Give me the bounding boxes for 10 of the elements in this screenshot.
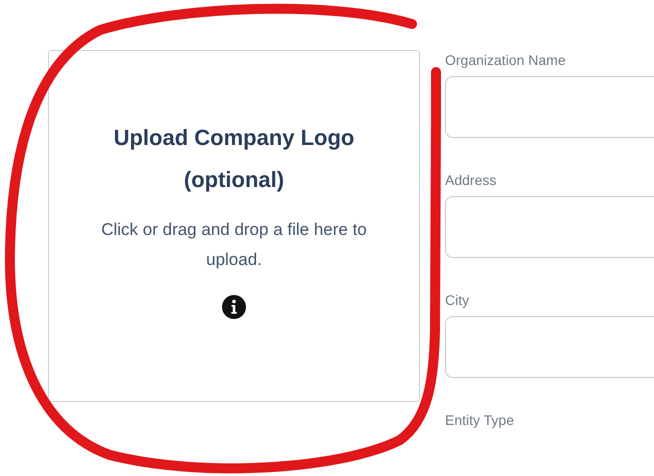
- field-label: City: [445, 292, 470, 310]
- info-icon[interactable]: [222, 295, 246, 319]
- input-field[interactable]: [445, 316, 654, 378]
- upload-title: Upload Company Logo (optional): [112, 124, 356, 194]
- field-label: Address: [445, 172, 498, 190]
- field-label: Organization Name: [445, 52, 567, 70]
- upload-hint: Click or drag and drop a file here to upload.: [100, 219, 368, 271]
- input-field[interactable]: [445, 196, 654, 258]
- input-field[interactable]: [445, 76, 654, 138]
- field-label: Entity Type: [445, 412, 516, 430]
